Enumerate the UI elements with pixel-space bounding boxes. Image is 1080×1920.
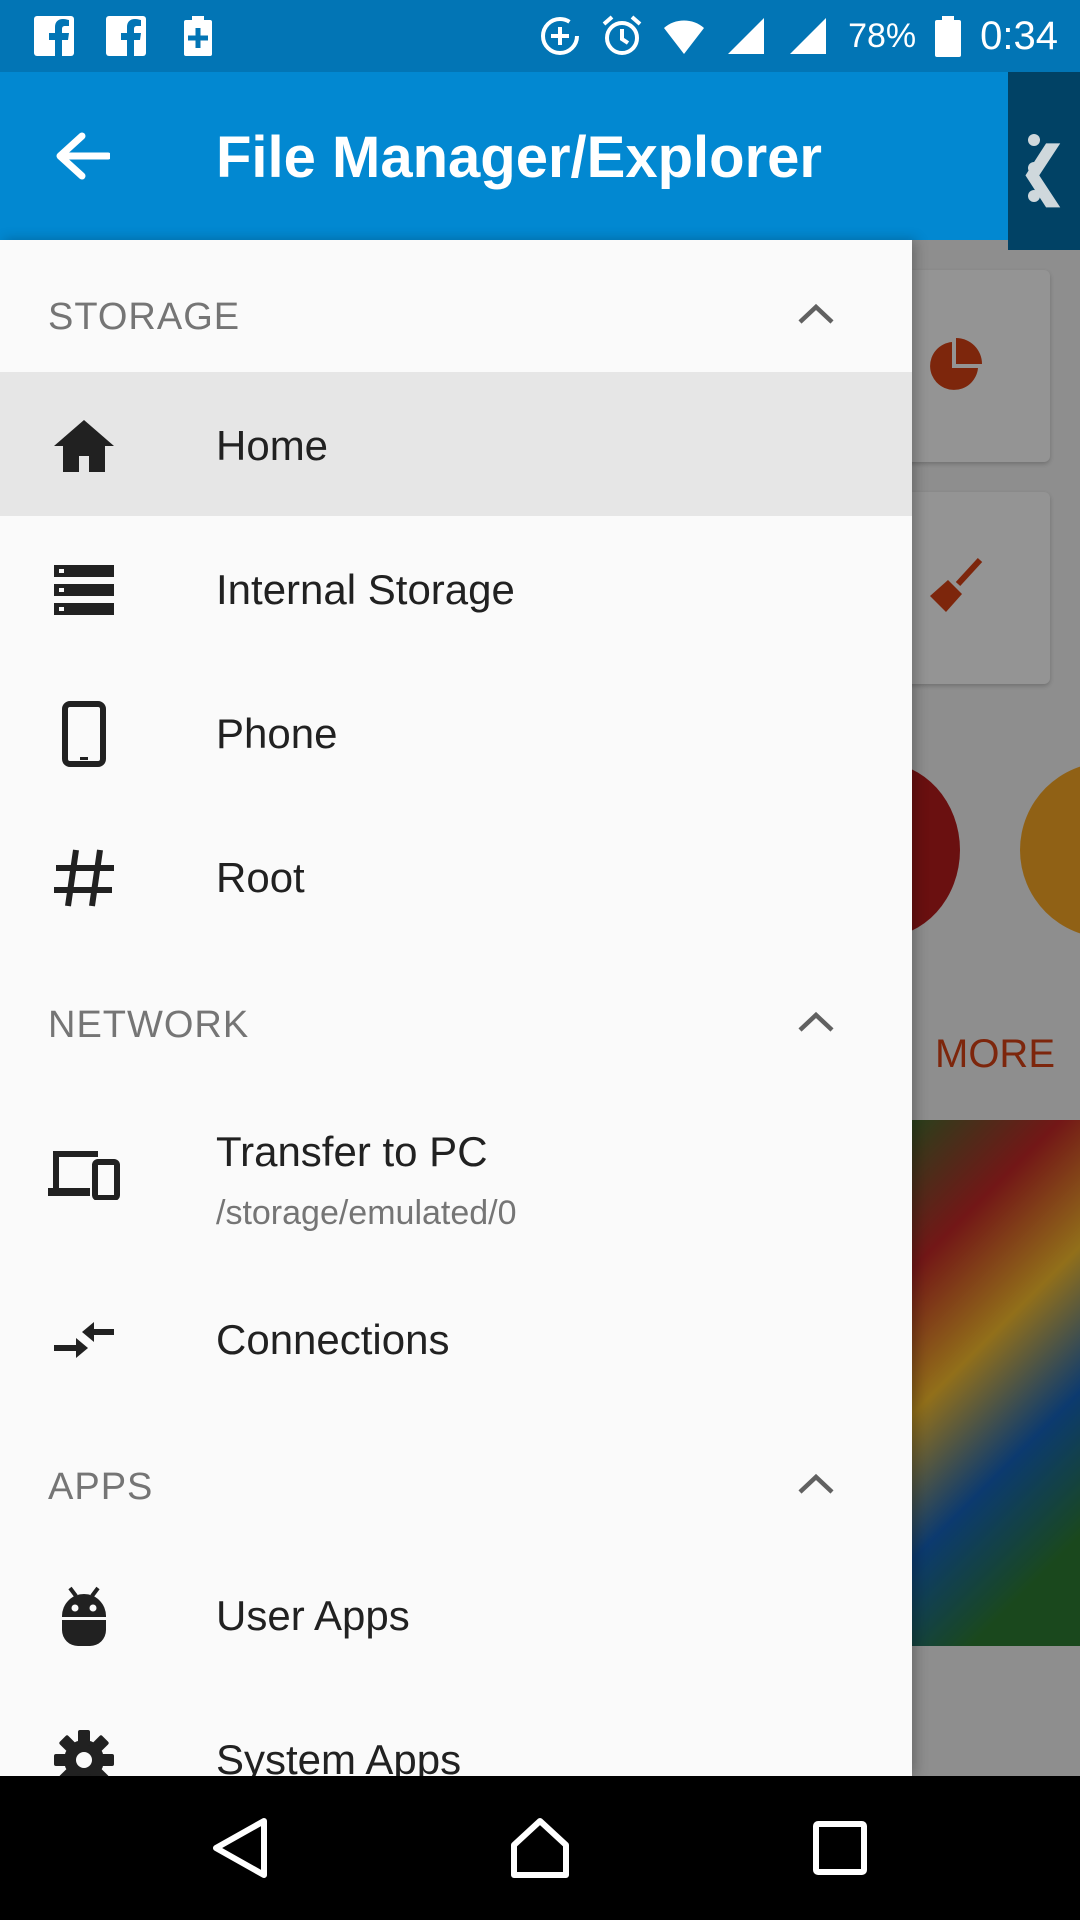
settings-gear-icon bbox=[48, 1728, 120, 1776]
drawer-item-transfer-to-pc[interactable]: Transfer to PC /storage/emulated/0 bbox=[0, 1080, 912, 1266]
nav-home-button[interactable] bbox=[500, 1808, 580, 1888]
nav-recents-icon bbox=[813, 1821, 867, 1875]
chevron-up-icon bbox=[798, 1473, 834, 1494]
home-icon bbox=[48, 414, 120, 478]
navigation-drawer: STORAGE Home Internal Storage Phone Root… bbox=[0, 240, 912, 1776]
drawer-item-user-apps[interactable]: User Apps bbox=[0, 1542, 912, 1686]
facebook-notification-icon bbox=[34, 16, 74, 56]
section-apps-header[interactable]: APPS bbox=[0, 1410, 912, 1542]
devices-icon bbox=[48, 1142, 120, 1206]
nav-recents-button[interactable] bbox=[800, 1808, 880, 1888]
chevron-up-icon bbox=[798, 1011, 834, 1032]
android-icon bbox=[48, 1584, 120, 1648]
drawer-item-home[interactable]: Home bbox=[0, 372, 912, 516]
notification-icons bbox=[32, 12, 220, 60]
drawer-item-label: User Apps bbox=[216, 1592, 410, 1639]
drawer-item-label: Internal Storage bbox=[216, 566, 515, 613]
drawer-item-label: Home bbox=[216, 422, 329, 469]
alarm-icon bbox=[602, 15, 642, 55]
section-storage-header[interactable]: STORAGE bbox=[0, 240, 912, 372]
section-title: STORAGE bbox=[48, 296, 241, 338]
phone-icon bbox=[48, 701, 120, 767]
cell-signal-icon bbox=[790, 18, 827, 54]
system-status-icons: 78% 0:34 bbox=[538, 10, 1058, 62]
storage-icon bbox=[48, 558, 120, 622]
drawer-item-label: System Apps bbox=[216, 1736, 462, 1776]
drawer-item-label: Root bbox=[216, 854, 305, 901]
drawer-item-root[interactable]: Root bbox=[0, 804, 912, 948]
battery-icon bbox=[935, 16, 962, 57]
compare-arrows-icon bbox=[48, 1308, 120, 1372]
back-button[interactable] bbox=[40, 122, 124, 190]
drawer-item-connections[interactable]: Connections bbox=[0, 1266, 912, 1410]
battery-percent: 78% bbox=[848, 16, 917, 55]
system-navigation-bar bbox=[0, 1776, 1080, 1920]
drawer-item-phone[interactable]: Phone bbox=[0, 660, 912, 804]
section-title: NETWORK bbox=[48, 1004, 250, 1046]
chevron-up-icon bbox=[798, 303, 834, 324]
nav-back-button[interactable] bbox=[200, 1808, 280, 1888]
drawer-item-internal-storage[interactable]: Internal Storage bbox=[0, 516, 912, 660]
nav-home-icon bbox=[511, 1818, 569, 1878]
drawer-item-label: Connections bbox=[216, 1316, 450, 1363]
section-network-header[interactable]: NETWORK bbox=[0, 948, 912, 1080]
battery-plus-notification-icon bbox=[184, 16, 212, 56]
arrow-back-icon bbox=[56, 132, 110, 180]
drawer-item-label: Transfer to PC bbox=[216, 1128, 488, 1175]
cell-signal-icon bbox=[728, 18, 765, 54]
hash-icon bbox=[48, 846, 120, 910]
drawer-item-label: Phone bbox=[216, 710, 338, 757]
nav-back-icon bbox=[213, 1818, 267, 1878]
clock: 0:34 bbox=[980, 13, 1058, 58]
data-saver-icon bbox=[541, 17, 580, 55]
drawer-item-path: /storage/emulated/0 bbox=[216, 1194, 517, 1232]
chevron-left-icon: ❮ bbox=[1016, 134, 1070, 206]
drawer-item-system-apps[interactable]: System Apps bbox=[0, 1686, 912, 1776]
app-title: File Manager/Explorer bbox=[216, 125, 822, 190]
section-title: APPS bbox=[48, 1466, 154, 1508]
facebook-notification-icon bbox=[106, 16, 146, 56]
status-bar: 78% 0:34 bbox=[0, 0, 1080, 72]
wifi-icon bbox=[664, 20, 705, 54]
app-bar: File Manager/Explorer bbox=[0, 72, 1008, 240]
